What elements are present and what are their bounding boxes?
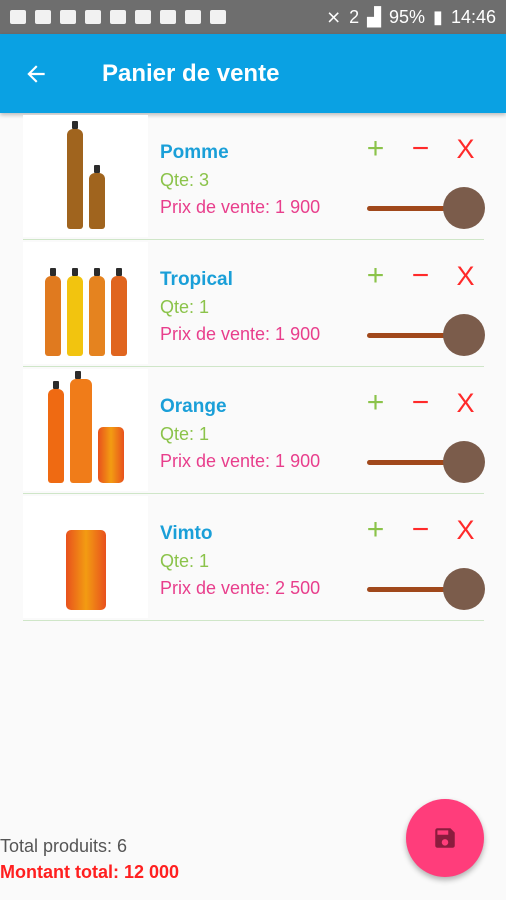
system-icons: ⨯ 2 ▟ 95% ▮ 14:46 <box>326 7 496 28</box>
app-bar: Panier de vente <box>0 34 506 113</box>
sim-badge: 2 <box>349 6 360 27</box>
product-image <box>23 242 148 364</box>
image-icon <box>210 10 226 24</box>
notification-icon <box>10 10 26 24</box>
cart-summary: Total produits: 6 Montant total: 12 000 <box>0 833 179 885</box>
quantity-slider[interactable] <box>367 187 485 229</box>
clock: 14:46 <box>450 6 496 27</box>
slider-thumb[interactable] <box>443 441 485 483</box>
product-price: Prix de vente: 1 900 <box>160 197 321 217</box>
total-amount: Montant total: 12 000 <box>0 862 180 882</box>
product-price: Prix de vente: 1 900 <box>160 324 321 344</box>
product-price: Prix de vente: 2 500 <box>160 578 321 598</box>
product-quantity: Qte: 1 <box>160 424 210 444</box>
product-quantity: Qte: 1 <box>160 297 210 317</box>
decrease-quantity-button[interactable]: − <box>398 260 443 292</box>
decrease-quantity-button[interactable]: − <box>398 133 443 165</box>
notification-icon <box>85 10 101 24</box>
decrease-quantity-button[interactable]: − <box>398 514 443 546</box>
product-image <box>23 115 148 237</box>
notification-icon <box>110 10 126 24</box>
product-quantity: Qte: 1 <box>160 551 210 571</box>
increase-quantity-button[interactable]: + <box>353 133 398 165</box>
notification-icon <box>135 10 151 24</box>
product-name: Vimto <box>160 523 213 544</box>
increase-quantity-button[interactable]: + <box>353 260 398 292</box>
product-name: Orange <box>160 396 227 417</box>
product-name: Tropical <box>160 269 233 290</box>
image-icon <box>160 10 176 24</box>
battery-percent: 95% <box>389 6 426 27</box>
cart-item: Tropical Qte: 1 Prix de vente: 1 900 + −… <box>23 240 485 367</box>
slider-thumb[interactable] <box>443 568 485 610</box>
save-icon <box>435 828 455 848</box>
cart-list: Pomme Qte: 3 Prix de vente: 1 900 + − X … <box>23 113 485 621</box>
notification-icon <box>60 10 76 24</box>
product-image <box>23 369 148 491</box>
arrow-left-icon <box>27 64 45 83</box>
cart-item: Pomme Qte: 3 Prix de vente: 1 900 + − X <box>23 113 485 240</box>
slider-thumb[interactable] <box>443 314 485 356</box>
increase-quantity-button[interactable]: + <box>353 514 398 546</box>
status-bar: ⨯ 2 ▟ 95% ▮ 14:46 <box>0 0 506 34</box>
quantity-slider[interactable] <box>367 568 485 610</box>
remove-item-button[interactable]: X <box>443 133 488 165</box>
product-price: Prix de vente: 1 900 <box>160 451 321 471</box>
remove-item-button[interactable]: X <box>443 514 488 546</box>
sync-icon <box>185 10 201 24</box>
product-name: Pomme <box>160 142 229 163</box>
quantity-slider[interactable] <box>367 314 485 356</box>
notification-icons <box>10 10 226 24</box>
decrease-quantity-button[interactable]: − <box>398 387 443 419</box>
back-button[interactable] <box>0 34 72 113</box>
remove-item-button[interactable]: X <box>443 387 488 419</box>
slider-thumb[interactable] <box>443 187 485 229</box>
battery-icon: ▮ <box>433 6 443 27</box>
signal-icon: ▟ <box>367 6 382 27</box>
product-image <box>23 496 148 618</box>
page-title: Panier de vente <box>102 59 280 87</box>
product-quantity: Qte: 3 <box>160 170 210 190</box>
save-button[interactable] <box>406 799 484 877</box>
cart-item: Orange Qte: 1 Prix de vente: 1 900 + − X <box>23 367 485 494</box>
mute-icon: ⨯ <box>326 6 342 27</box>
increase-quantity-button[interactable]: + <box>353 387 398 419</box>
cart-item: Vimto Qte: 1 Prix de vente: 2 500 + − X <box>23 494 485 621</box>
notification-icon <box>35 10 51 24</box>
remove-item-button[interactable]: X <box>443 260 488 292</box>
quantity-slider[interactable] <box>367 441 485 483</box>
total-products: Total produits: 6 <box>0 836 128 856</box>
